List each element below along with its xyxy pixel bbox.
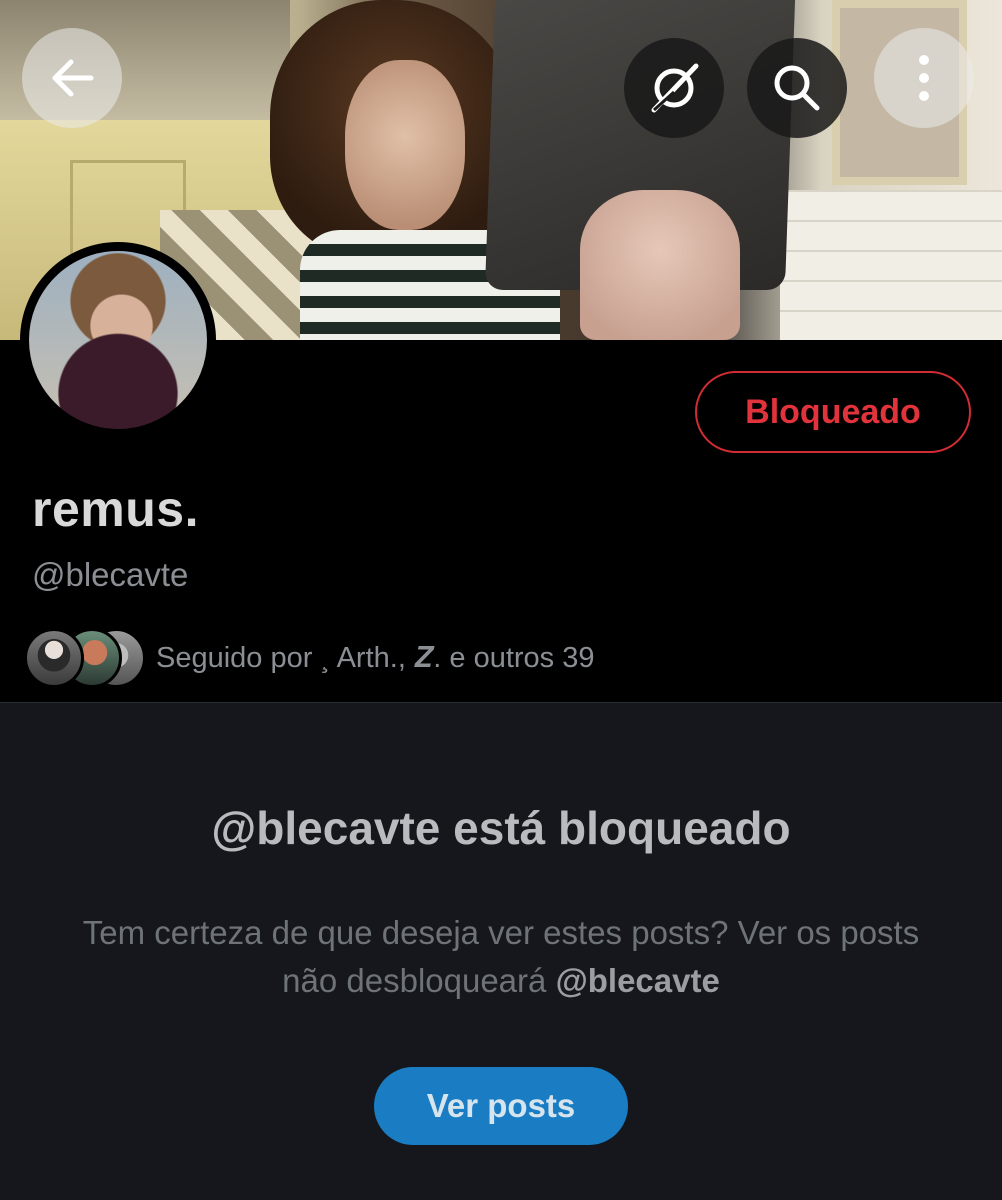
avatar[interactable] [24, 246, 212, 434]
follower-avatars [24, 626, 148, 690]
search-icon [774, 65, 820, 111]
arrow-left-icon [52, 59, 94, 97]
blocked-description: Tem certeza de que deseja ver estes post… [80, 909, 922, 1005]
followed-by-text: Seguido por ¸ Arth., 𝒁. e outros 39 [156, 641, 595, 674]
grok-slash-icon [651, 63, 699, 113]
blocked-description-handle: @blecavte [555, 962, 720, 999]
view-posts-button[interactable]: Ver posts [374, 1067, 628, 1145]
followed-by-row[interactable]: Seguido por ¸ Arth., 𝒁. e outros 39 [24, 626, 594, 690]
user-handle: @blecavte [32, 556, 189, 593]
blocked-description-text: Tem certeza de que deseja ver estes post… [82, 914, 920, 999]
grok-button[interactable] [624, 38, 724, 138]
blocked-title: @blecavte está bloqueado [211, 802, 791, 854]
back-button[interactable] [22, 28, 122, 128]
more-vertical-icon [919, 55, 929, 101]
display-name: remus. [32, 481, 199, 537]
more-options-button[interactable] [874, 28, 974, 128]
follower-avatar [24, 628, 84, 688]
banner-wall-tiles [780, 190, 1002, 340]
blocked-button[interactable]: Bloqueado [695, 371, 971, 453]
blocked-notice: @blecavte está bloqueado Tem certeza de … [0, 703, 1002, 1200]
search-button[interactable] [747, 38, 847, 138]
banner-person-hand [580, 190, 740, 340]
banner-person-face [345, 60, 465, 230]
